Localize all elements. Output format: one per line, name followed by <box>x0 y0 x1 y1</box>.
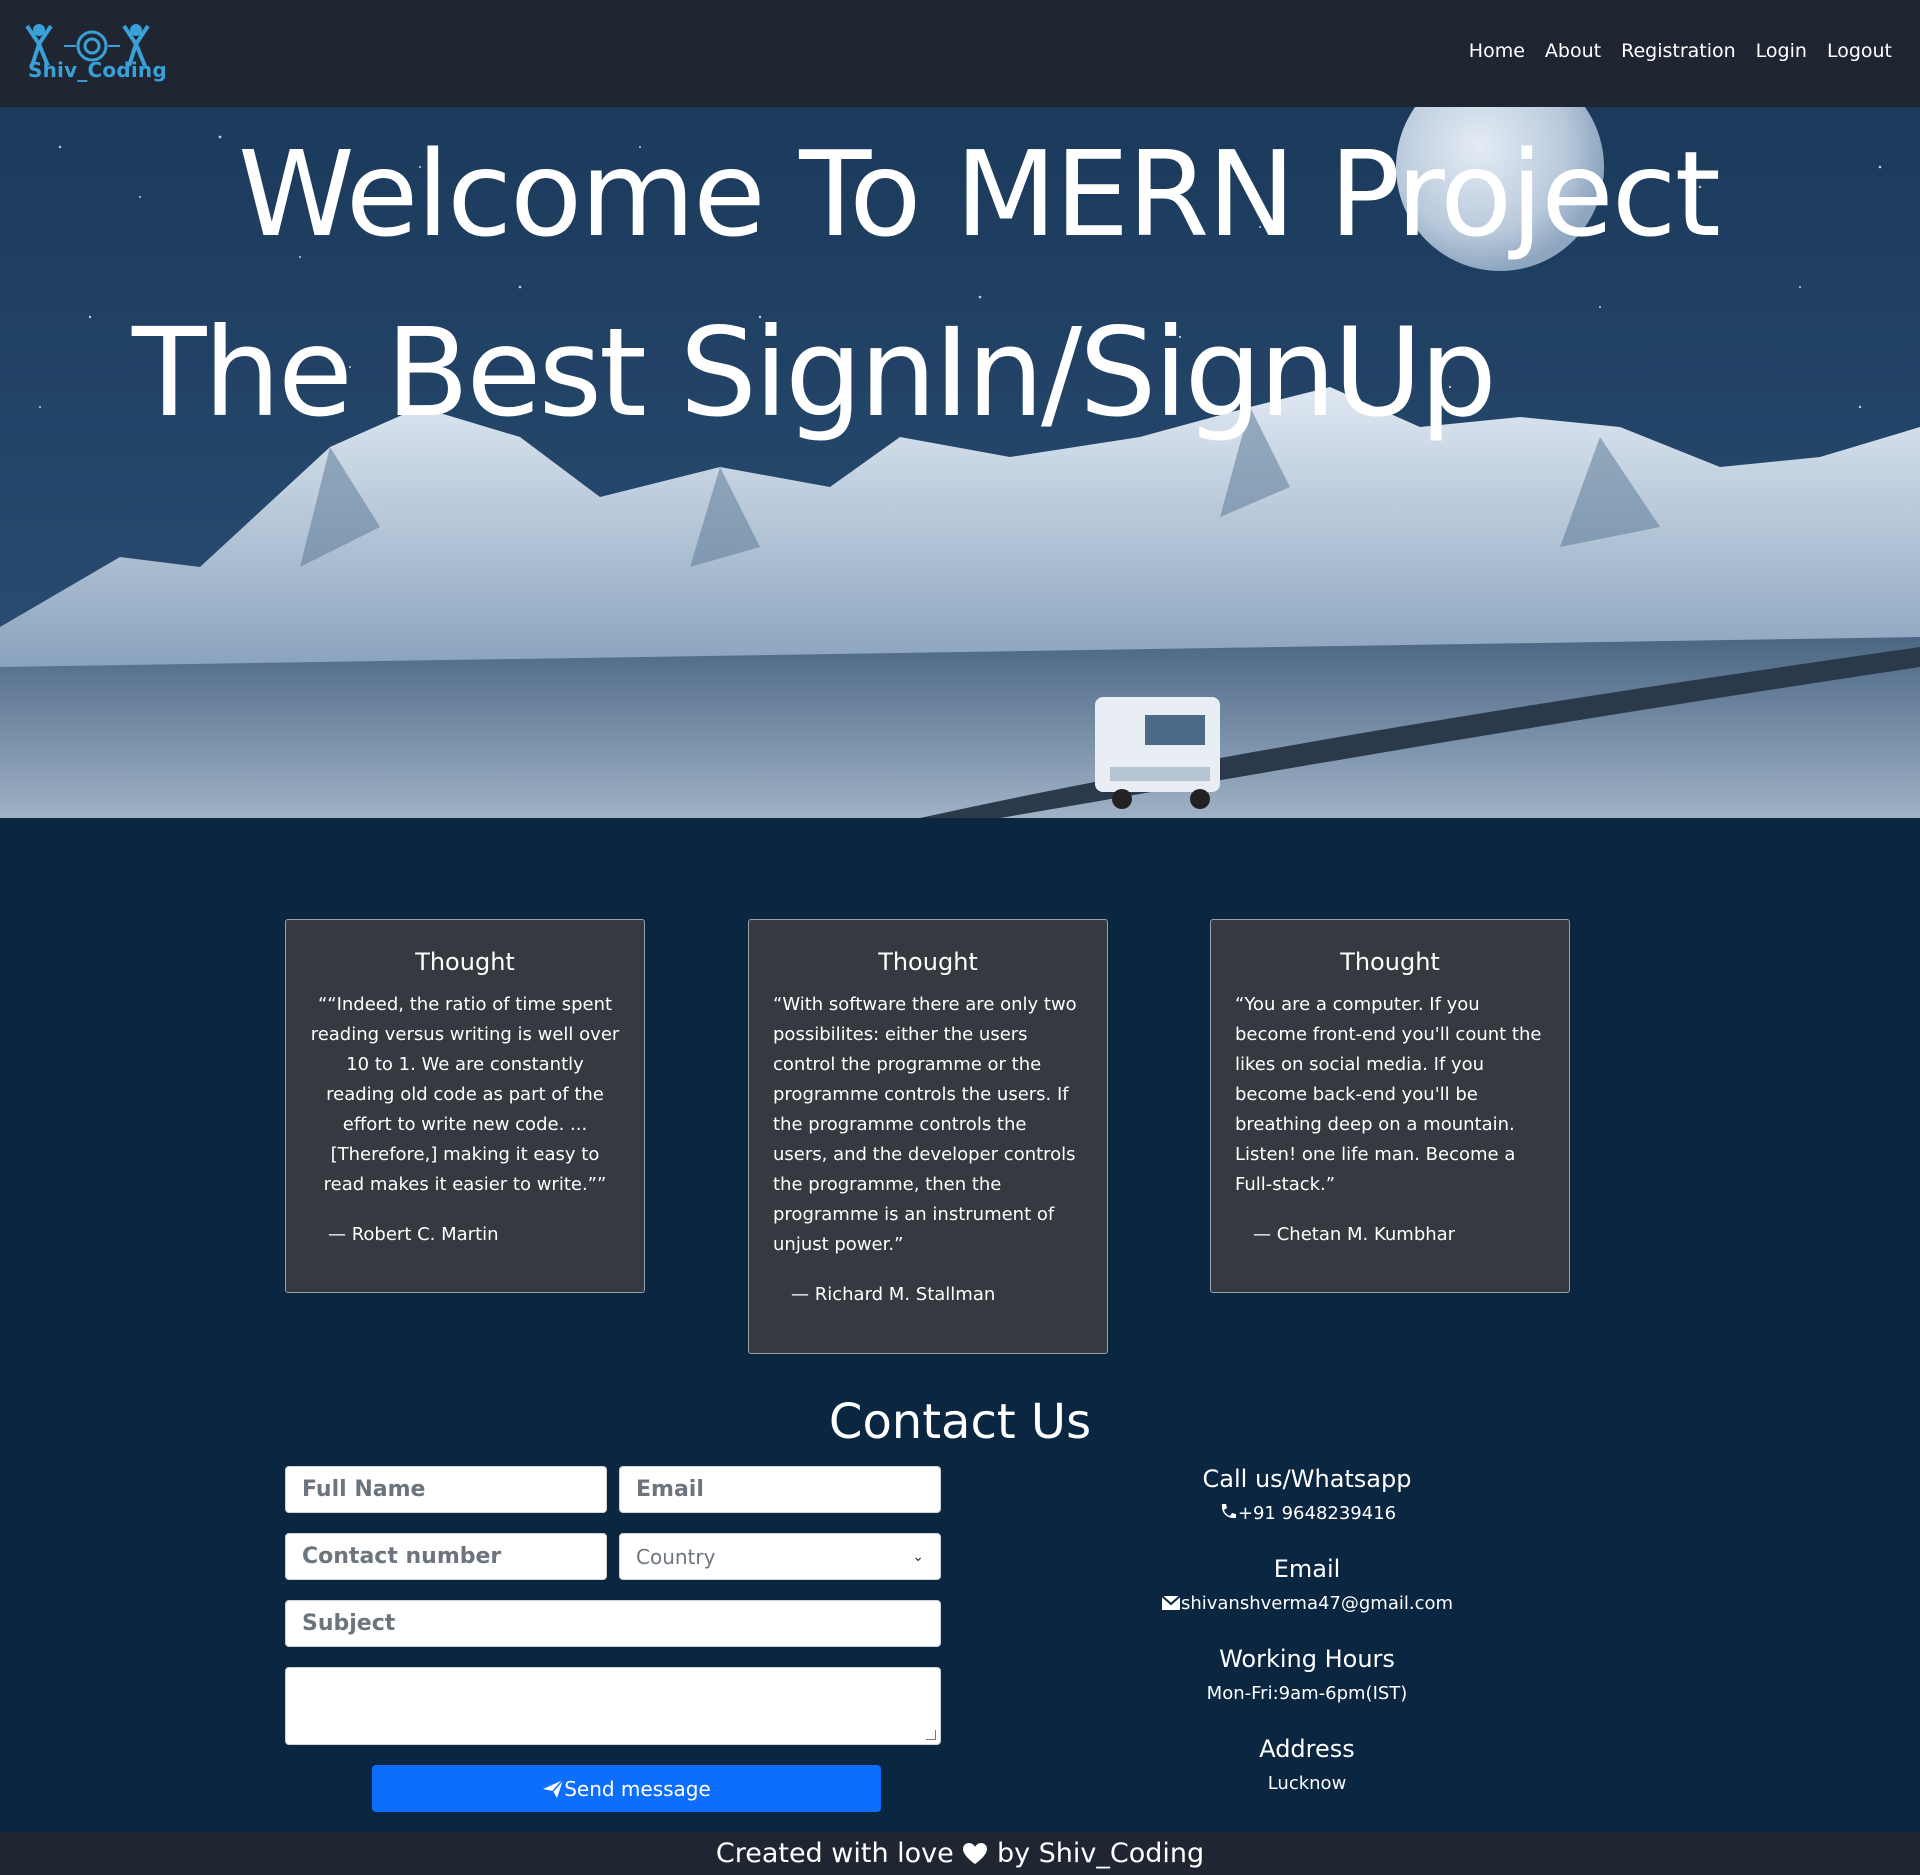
address-value: Lucknow <box>1267 1773 1347 1794</box>
email-address[interactable]: shivanshverma47@gmail.com <box>1181 1593 1453 1614</box>
brand-name: Shiv_Coding <box>28 58 167 82</box>
heart-icon <box>963 1843 988 1864</box>
hours-heading: Working Hours <box>1219 1645 1395 1673</box>
card-quote: ““Indeed, the ratio of time spent readin… <box>310 994 620 1195</box>
nav-home[interactable]: Home <box>1469 40 1525 62</box>
thought-card-2: Thought “With software there are only tw… <box>748 919 1108 1354</box>
chevron-down-icon: ⌄ <box>912 1548 924 1565</box>
card-heading: Thought <box>878 948 978 976</box>
thought-card-3: Thought “You are a computer. If you beco… <box>1210 919 1570 1293</box>
footer: Created with love by Shiv_Coding <box>0 1832 1920 1875</box>
contact-title: Contact Us <box>828 1394 1092 1450</box>
nav-login[interactable]: Login <box>1756 40 1807 62</box>
card-quote: “You are a computer. If you become front… <box>1235 994 1542 1195</box>
call-info: Call us/Whatsapp +91 9648239416 <box>1107 1465 1507 1524</box>
card-heading: Thought <box>415 948 515 976</box>
nav-logout[interactable]: Logout <box>1827 40 1892 62</box>
thought-card-1: Thought ““Indeed, the ratio of time spen… <box>285 919 645 1293</box>
phone-icon <box>1221 1504 1236 1519</box>
country-select[interactable]: Country ⌄ <box>619 1533 941 1580</box>
nav-about[interactable]: About <box>1545 40 1601 62</box>
card-heading: Thought <box>1340 948 1440 976</box>
card-author: — Chetan M. Kumbhar <box>1253 1224 1456 1245</box>
footer-text-before: Created with love <box>715 1838 954 1869</box>
envelope-icon <box>1161 1595 1181 1610</box>
card-author: — Robert C. Martin <box>328 1224 499 1245</box>
hero-banner: Welcome To MERN Project The Best SignIn/… <box>0 107 1920 818</box>
navbar: Shiv_Coding Home About Registration Logi… <box>0 0 1920 107</box>
contact-number-placeholder: Contact number <box>302 1544 502 1569</box>
resize-handle-icon[interactable] <box>926 1730 936 1740</box>
nav-registration[interactable]: Registration <box>1621 40 1736 62</box>
subject-placeholder: Subject <box>302 1611 396 1636</box>
phone-number[interactable]: +91 9648239416 <box>1238 1503 1396 1524</box>
nav-menu: Home About Registration Login Logout <box>1469 40 1892 62</box>
address-info: Address Lucknow <box>1107 1735 1507 1794</box>
country-selected-value: Country <box>636 1544 716 1569</box>
contact-number-input[interactable]: Contact number <box>285 1533 607 1580</box>
card-author: — Richard M. Stallman <box>791 1284 996 1305</box>
email-placeholder: Email <box>636 1477 704 1502</box>
send-message-button[interactable]: Send message <box>372 1765 881 1812</box>
hero-title-line2: The Best SignIn/SignUp <box>132 302 1497 444</box>
paper-plane-icon <box>543 1778 564 1798</box>
footer-text-after: by Shiv_Coding <box>996 1838 1205 1869</box>
message-textarea[interactable] <box>285 1667 941 1745</box>
hours-info: Working Hours Mon-Fri:9am-6pm(IST) <box>1107 1645 1507 1704</box>
email-input[interactable]: Email <box>619 1466 941 1513</box>
address-heading: Address <box>1259 1735 1355 1763</box>
email-info: Email shivanshverma47@gmail.com <box>1107 1555 1507 1614</box>
hours-value: Mon-Fri:9am-6pm(IST) <box>1206 1683 1408 1704</box>
send-message-label: Send message <box>564 1776 711 1801</box>
call-heading: Call us/Whatsapp <box>1202 1465 1412 1493</box>
subject-input[interactable]: Subject <box>285 1600 941 1647</box>
hero-title-line1: Welcome To MERN Project <box>238 125 1721 263</box>
email-heading: Email <box>1273 1555 1341 1583</box>
full-name-input[interactable]: Full Name <box>285 1466 607 1513</box>
full-name-placeholder: Full Name <box>302 1477 426 1502</box>
grass-field <box>0 637 1920 818</box>
card-quote: “With software there are only two possib… <box>773 994 1077 1255</box>
